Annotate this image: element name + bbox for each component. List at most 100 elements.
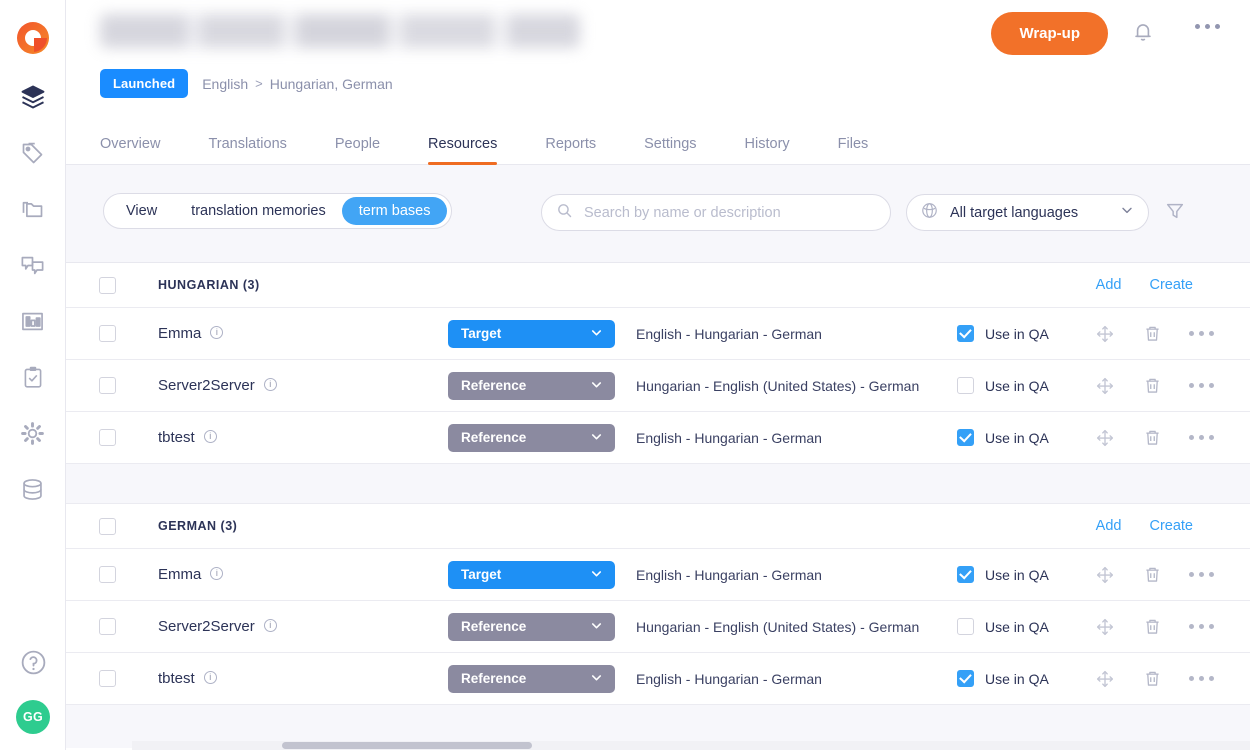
row-actions: [1094, 564, 1214, 586]
help-circle-icon[interactable]: [19, 648, 48, 682]
more-horizontal-icon[interactable]: [1195, 24, 1220, 29]
phrase-logo-icon[interactable]: [13, 18, 53, 58]
move-arrows-icon[interactable]: [1094, 427, 1116, 449]
view-option-term-bases[interactable]: term bases: [341, 197, 448, 225]
sidebar-item-conversations[interactable]: [11, 248, 55, 282]
info-icon[interactable]: i: [210, 326, 224, 339]
type-cell: Reference: [448, 371, 615, 400]
term-base-list: HUNGARIAN (3) Add Create Emma i Target E…: [66, 263, 1250, 748]
avatar[interactable]: GG: [16, 700, 50, 734]
tab-people[interactable]: People: [335, 136, 380, 165]
type-dropdown[interactable]: Reference: [448, 423, 615, 452]
term-base-name-cell: tbtest i: [158, 429, 448, 446]
sidebar-item-files[interactable]: [11, 192, 55, 226]
add-link[interactable]: Add: [1096, 518, 1122, 534]
tab-reports[interactable]: Reports: [545, 136, 596, 165]
tab-settings[interactable]: Settings: [644, 136, 696, 165]
row-select-checkbox[interactable]: [99, 670, 116, 687]
move-arrows-icon[interactable]: [1094, 375, 1116, 397]
group-header-german: GERMAN (3) Add Create: [66, 504, 1250, 549]
info-icon[interactable]: i: [263, 378, 277, 391]
group-select-checkbox[interactable]: [99, 517, 116, 535]
clipboard-check-icon: [20, 364, 46, 390]
move-arrows-icon[interactable]: [1094, 668, 1116, 690]
term-base-name-cell: tbtest i: [158, 670, 448, 687]
add-link[interactable]: Add: [1096, 277, 1122, 293]
use-in-qa-cell: Use in QA: [957, 429, 1094, 446]
use-in-qa-checkbox[interactable]: [957, 325, 974, 342]
more-horizontal-icon[interactable]: [1189, 624, 1214, 629]
trash-icon[interactable]: [1142, 668, 1163, 689]
sidebar-item-analytics[interactable]: [11, 304, 55, 338]
sidebar-item-quality[interactable]: [11, 360, 55, 394]
scrollbar-thumb[interactable]: [282, 742, 532, 749]
info-icon[interactable]: i: [263, 619, 277, 632]
table-row: tbtest i Reference English - Hungarian -…: [66, 412, 1250, 464]
type-value: Target: [461, 567, 502, 582]
row-select-checkbox[interactable]: [99, 618, 116, 635]
use-in-qa-checkbox[interactable]: [957, 618, 974, 635]
view-option-translation-memories[interactable]: translation memories: [175, 197, 342, 225]
create-link[interactable]: Create: [1149, 518, 1193, 534]
tag-icon: [19, 140, 46, 167]
type-cell: Reference: [448, 664, 615, 693]
type-dropdown[interactable]: Target: [448, 319, 615, 348]
tab-translations[interactable]: Translations: [208, 136, 286, 165]
languages-cell: Hungarian - English (United States) - Ge…: [636, 377, 920, 394]
use-in-qa-checkbox[interactable]: [957, 670, 974, 687]
sidebar-item-settings[interactable]: [11, 416, 55, 450]
row-select-checkbox[interactable]: [99, 325, 116, 342]
type-dropdown[interactable]: Reference: [448, 664, 615, 693]
type-cell: Reference: [448, 423, 615, 452]
search-input[interactable]: [584, 204, 876, 221]
row-select-checkbox[interactable]: [99, 566, 116, 583]
target-language-filter[interactable]: All target languages: [906, 194, 1149, 231]
type-dropdown[interactable]: Target: [448, 560, 615, 589]
term-base-name-cell: Server2Server i: [158, 618, 448, 635]
tab-overview[interactable]: Overview: [100, 136, 160, 165]
tab-files[interactable]: Files: [838, 136, 869, 165]
move-arrows-icon[interactable]: [1094, 323, 1116, 345]
horizontal-scrollbar[interactable]: [132, 741, 1250, 750]
use-in-qa-checkbox[interactable]: [957, 429, 974, 446]
group-header-hungarian: HUNGARIAN (3) Add Create: [66, 263, 1250, 308]
group-select-checkbox[interactable]: [99, 276, 116, 294]
type-value: Target: [461, 326, 502, 341]
more-horizontal-icon[interactable]: [1189, 383, 1214, 388]
sidebar-item-jobs[interactable]: [11, 136, 55, 170]
more-horizontal-icon[interactable]: [1189, 572, 1214, 577]
tab-resources[interactable]: Resources: [428, 136, 498, 165]
trash-icon[interactable]: [1142, 564, 1163, 585]
type-dropdown[interactable]: Reference: [448, 612, 615, 641]
trash-icon[interactable]: [1142, 427, 1163, 448]
group-title: HUNGARIAN (3): [158, 278, 260, 292]
tab-history[interactable]: History: [745, 136, 790, 165]
search-box[interactable]: [541, 194, 891, 231]
more-horizontal-icon[interactable]: [1189, 331, 1214, 336]
type-dropdown[interactable]: Reference: [448, 371, 615, 400]
trash-icon[interactable]: [1142, 375, 1163, 396]
funnel-icon[interactable]: [1164, 200, 1186, 227]
info-icon[interactable]: i: [203, 430, 217, 443]
sidebar-item-projects[interactable]: [11, 80, 55, 114]
use-in-qa-checkbox[interactable]: [957, 566, 974, 583]
move-arrows-icon[interactable]: [1094, 564, 1116, 586]
move-arrows-icon[interactable]: [1094, 616, 1116, 638]
more-horizontal-icon[interactable]: [1189, 435, 1214, 440]
trash-icon[interactable]: [1142, 323, 1163, 344]
use-in-qa-checkbox[interactable]: [957, 377, 974, 394]
bell-icon[interactable]: [1130, 19, 1156, 50]
row-select-checkbox[interactable]: [99, 377, 116, 394]
status-badge[interactable]: Launched: [100, 69, 189, 98]
sidebar-item-resources[interactable]: [11, 472, 55, 506]
row-select-checkbox[interactable]: [99, 429, 116, 446]
create-link[interactable]: Create: [1149, 277, 1193, 293]
trash-icon[interactable]: [1142, 616, 1163, 637]
wrap-up-button[interactable]: Wrap-up: [991, 12, 1108, 55]
info-icon[interactable]: i: [203, 671, 217, 684]
more-horizontal-icon[interactable]: [1189, 676, 1214, 681]
languages-cell: English - Hungarian - German: [636, 325, 822, 342]
globe-icon: [920, 201, 939, 225]
breadcrumb-targets: Hungarian, German: [269, 75, 393, 92]
info-icon[interactable]: i: [210, 567, 224, 580]
